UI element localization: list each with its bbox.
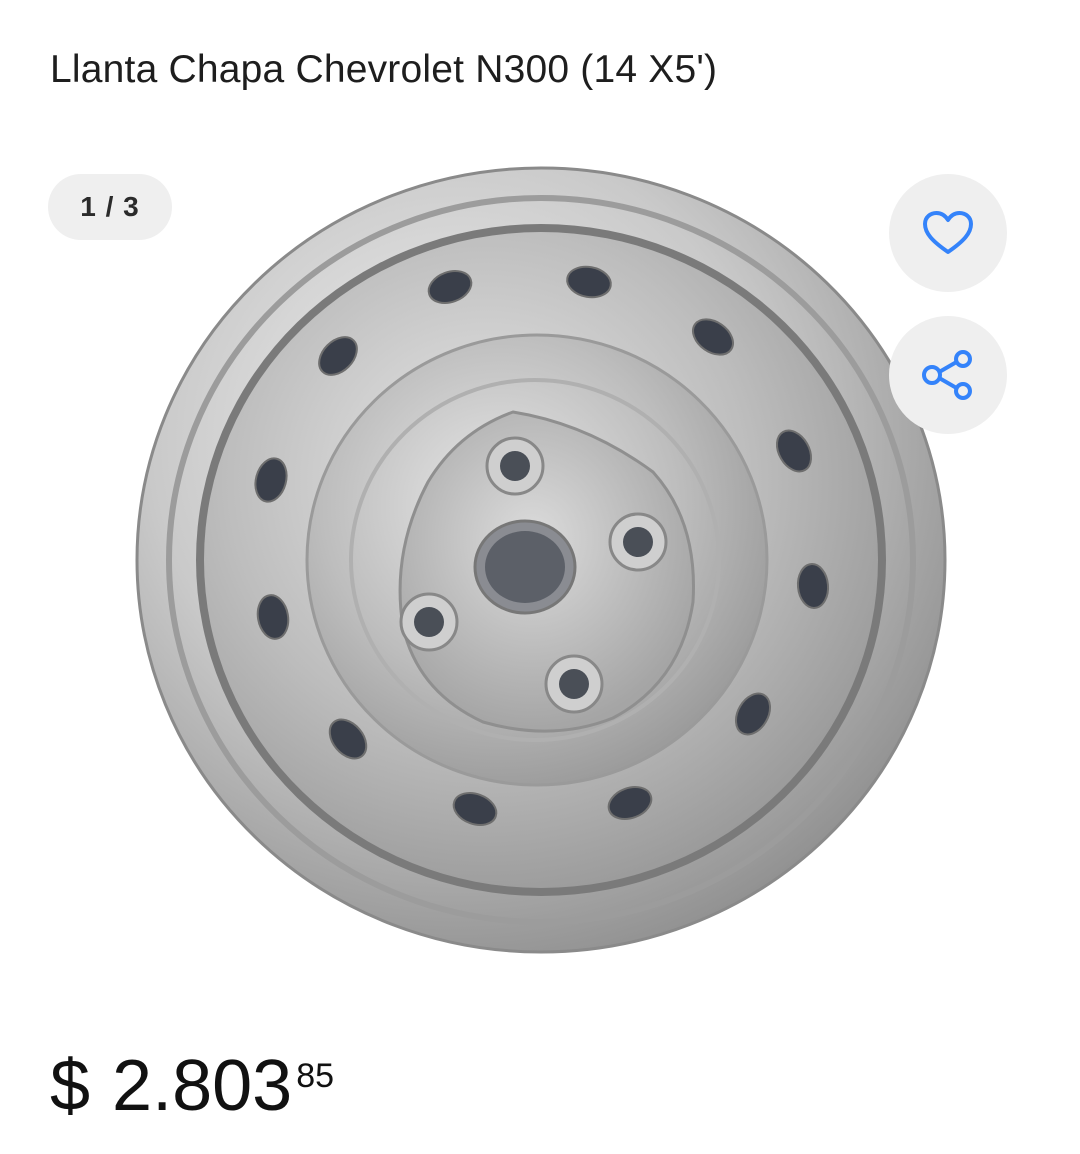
share-button[interactable] <box>889 316 1007 434</box>
product-price: $ 2.803 85 <box>50 1048 334 1124</box>
price-currency: $ <box>50 1046 91 1126</box>
product-image[interactable] <box>133 162 949 958</box>
image-gallery[interactable]: 1 / 3 <box>0 110 1080 1010</box>
heart-icon <box>923 211 973 254</box>
price-cents: 85 <box>296 1057 335 1095</box>
price-amount: 2.803 <box>112 1046 293 1126</box>
image-counter: 1 / 3 <box>48 174 172 240</box>
share-icon <box>922 350 972 400</box>
favorite-button[interactable] <box>889 174 1007 292</box>
product-title: Llanta Chapa Chevrolet N300 (14 X5') <box>50 48 718 92</box>
